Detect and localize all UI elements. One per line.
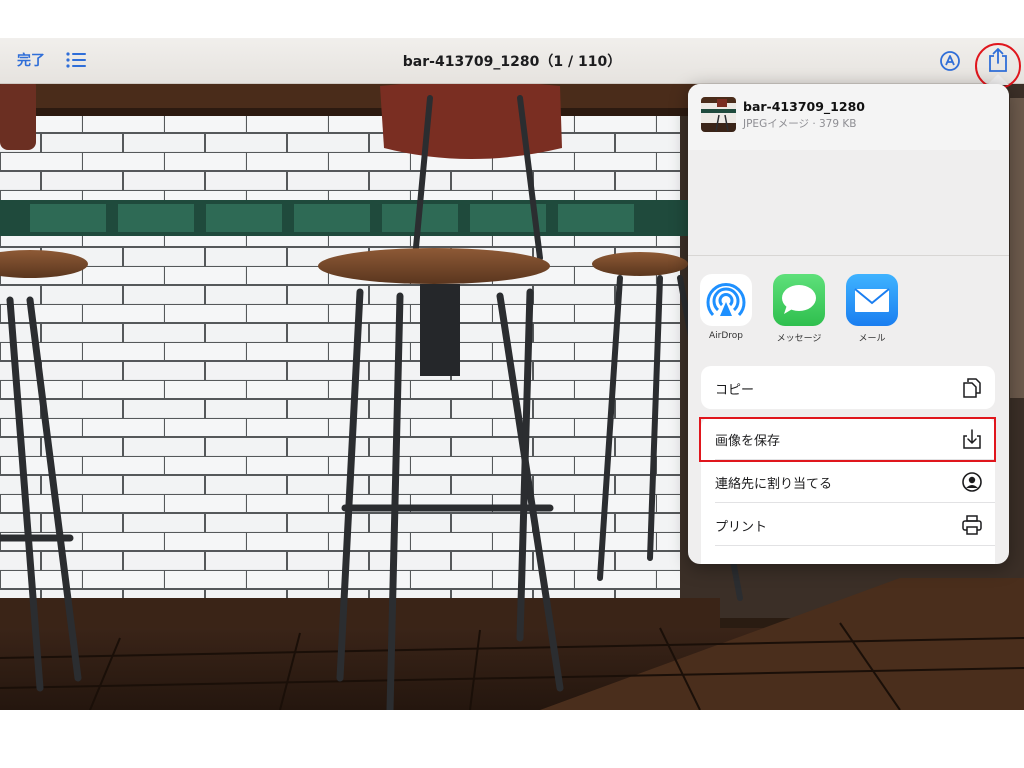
- copy-icon: [961, 377, 983, 399]
- messages-app[interactable]: メッセージ: [773, 274, 825, 344]
- action-print[interactable]: プリント: [701, 503, 995, 546]
- messages-icon: [773, 274, 825, 326]
- action-label: 連絡先に割り当てる: [715, 477, 833, 492]
- share-sheet-header: bar-413709_1280 JPEGイメージ · 379 KB: [688, 84, 1009, 150]
- mail-app[interactable]: メール: [846, 274, 898, 344]
- share-icon[interactable]: [987, 47, 1009, 73]
- mail-icon: [846, 274, 898, 326]
- action-list: 画像を保存 連絡先に割り当てる プリント: [701, 417, 995, 564]
- navigation-bar: 完了 bar-413709_1280（1 / 110）: [0, 38, 1024, 84]
- action-label: プリント: [715, 520, 768, 535]
- action-label: 画像を保存: [715, 434, 781, 449]
- app-label: メール: [858, 334, 886, 344]
- share-sheet: bar-413709_1280 JPEGイメージ · 379 KB AirDro…: [688, 84, 1009, 564]
- page-title: bar-413709_1280（1 / 110）: [402, 54, 622, 70]
- file-name: bar-413709_1280: [743, 99, 865, 114]
- markup-icon[interactable]: [939, 50, 961, 72]
- share-apps-row: AirDrop メッセージ メール: [688, 274, 1009, 344]
- separator: [715, 545, 995, 546]
- action-copy[interactable]: コピー: [701, 366, 995, 409]
- save-image-icon: [961, 428, 983, 450]
- print-icon: [961, 514, 983, 536]
- airdrop-icon: [700, 274, 752, 326]
- file-thumbnail: [701, 97, 736, 132]
- app-label: メッセージ: [776, 334, 822, 344]
- action-save-image[interactable]: 画像を保存: [701, 417, 995, 460]
- action-label: コピー: [715, 383, 755, 398]
- screen: 完了 bar-413709_1280（1 / 110） bar-413709_1…: [0, 0, 1024, 768]
- airdrop-app[interactable]: AirDrop: [700, 274, 752, 341]
- app-label: AirDrop: [708, 331, 743, 341]
- divider: [688, 255, 1009, 256]
- contact-icon: [961, 471, 983, 493]
- action-assign-contact[interactable]: 連絡先に割り当てる: [701, 460, 995, 503]
- file-info: JPEGイメージ · 379 KB: [743, 118, 857, 130]
